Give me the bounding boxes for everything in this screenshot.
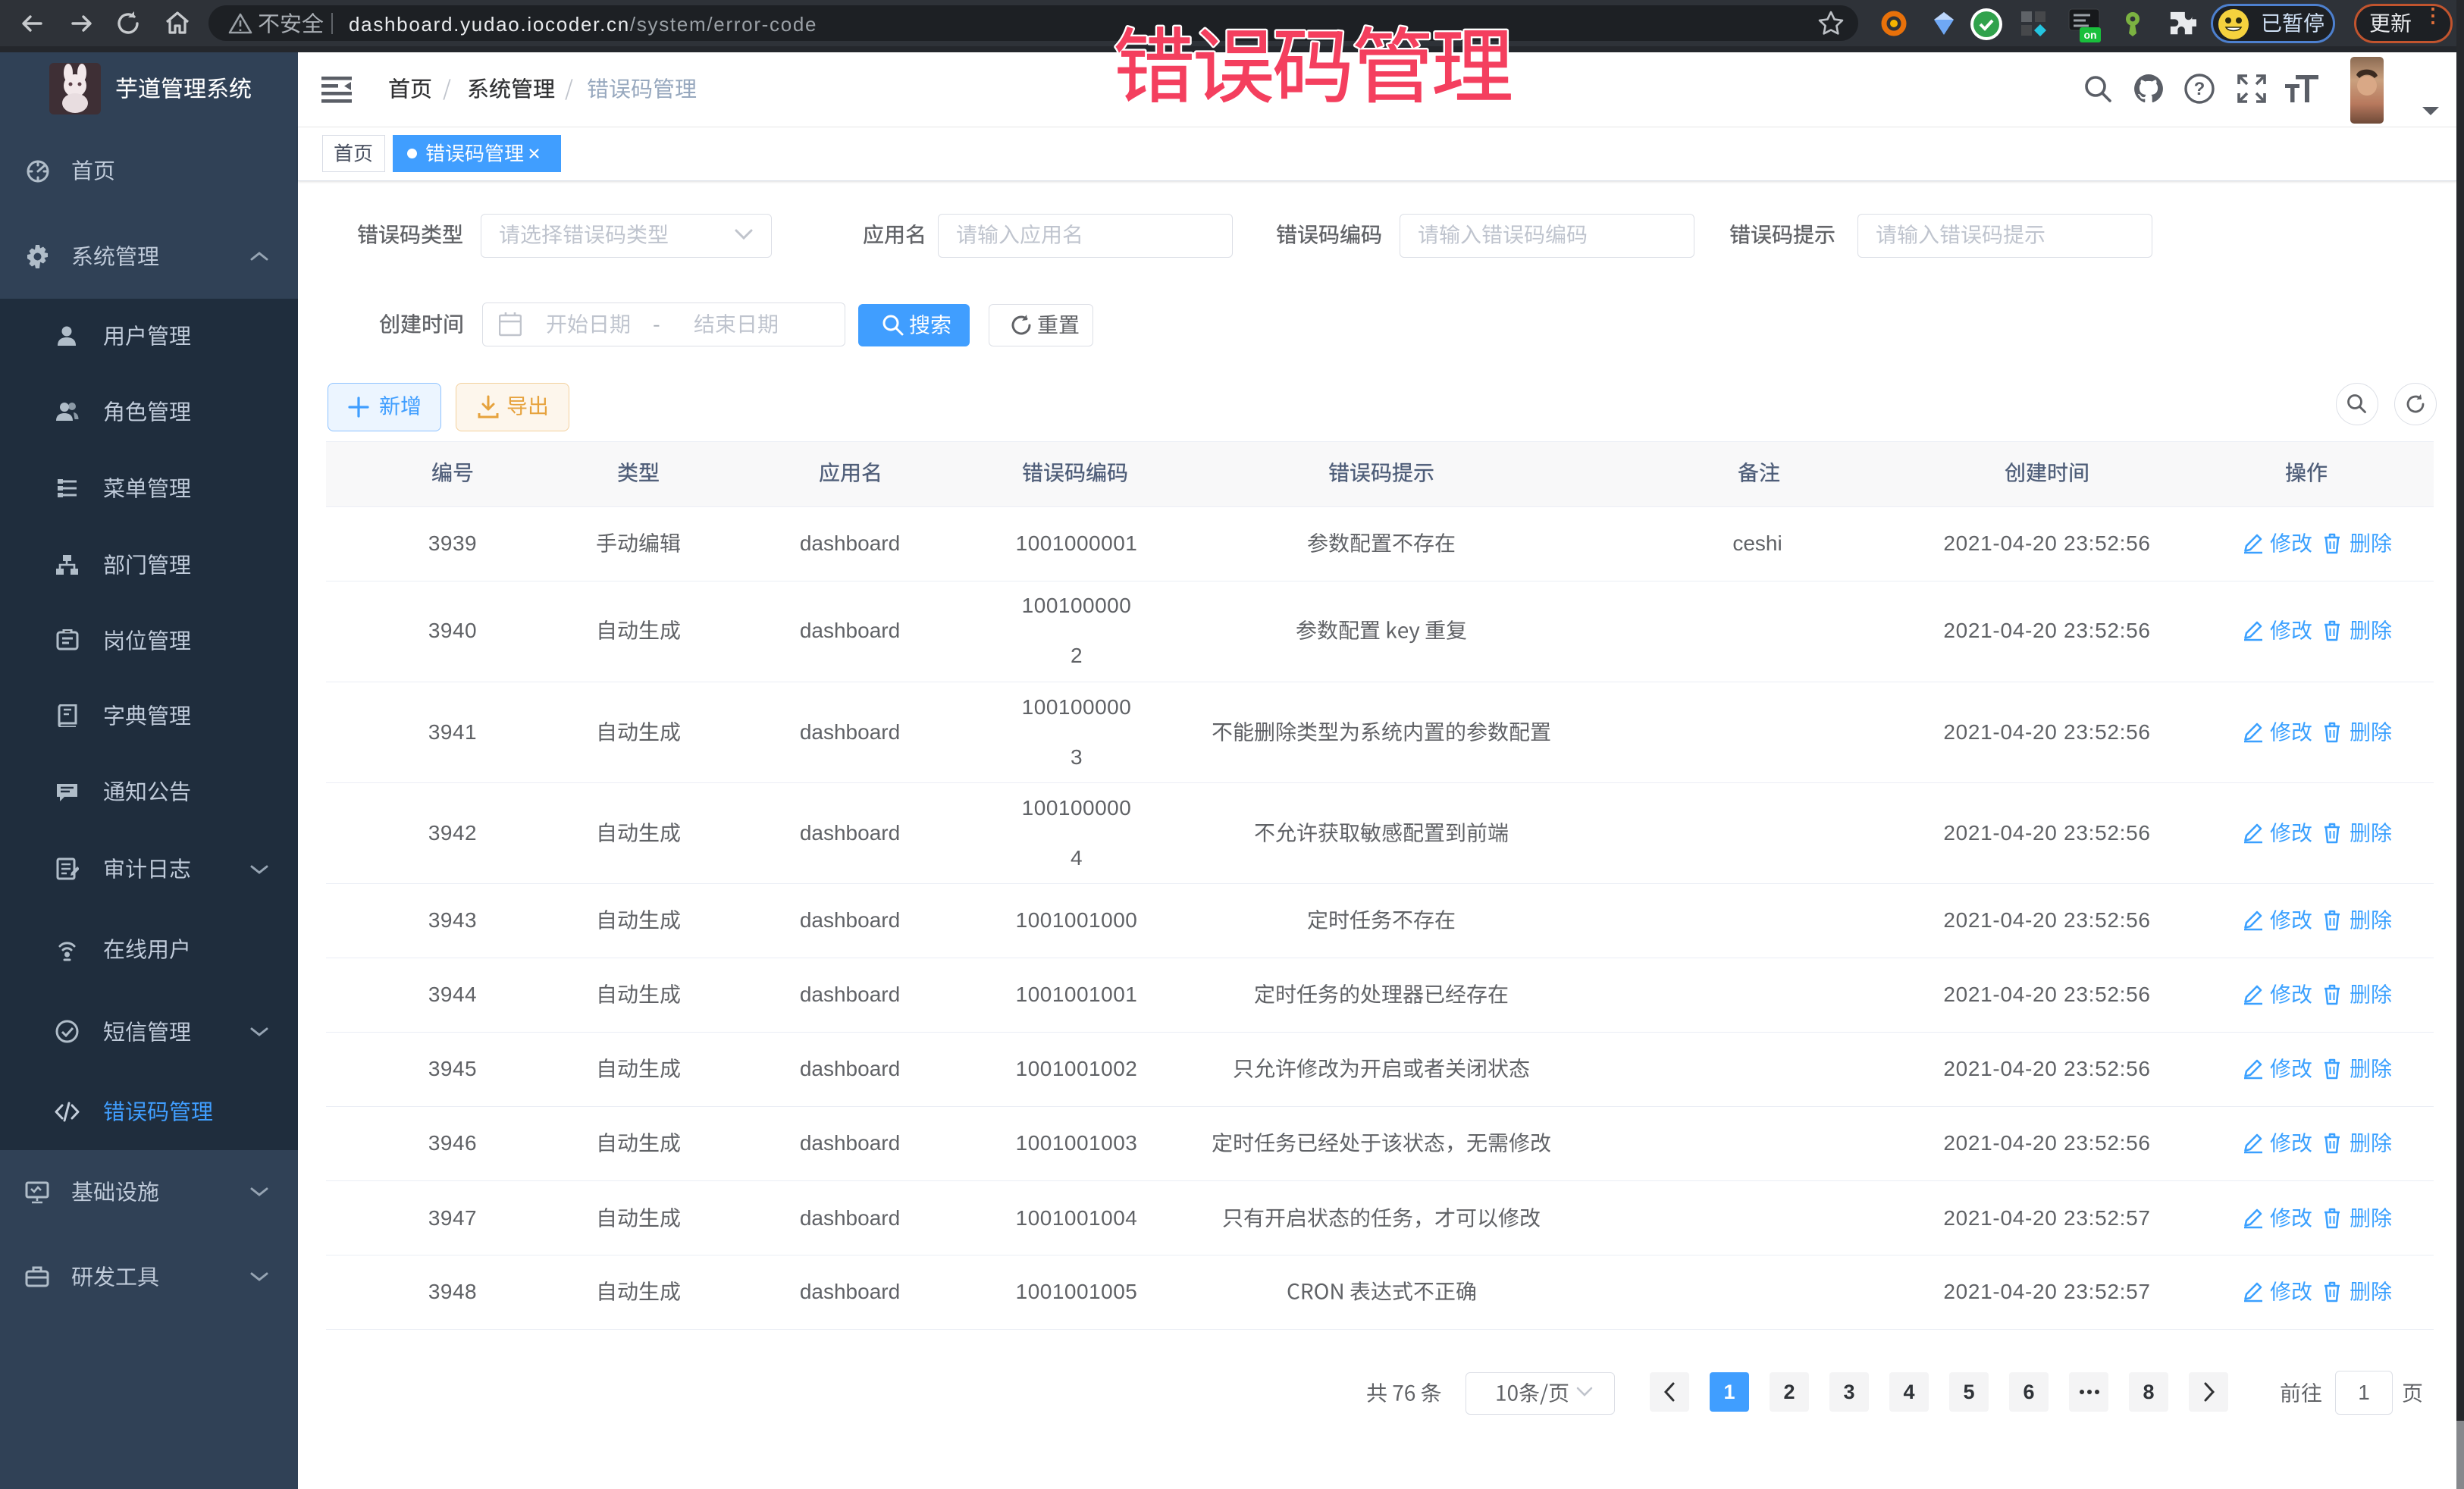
svg-text:?: ?	[2194, 79, 2205, 99]
svg-text:on: on	[2083, 29, 2096, 41]
